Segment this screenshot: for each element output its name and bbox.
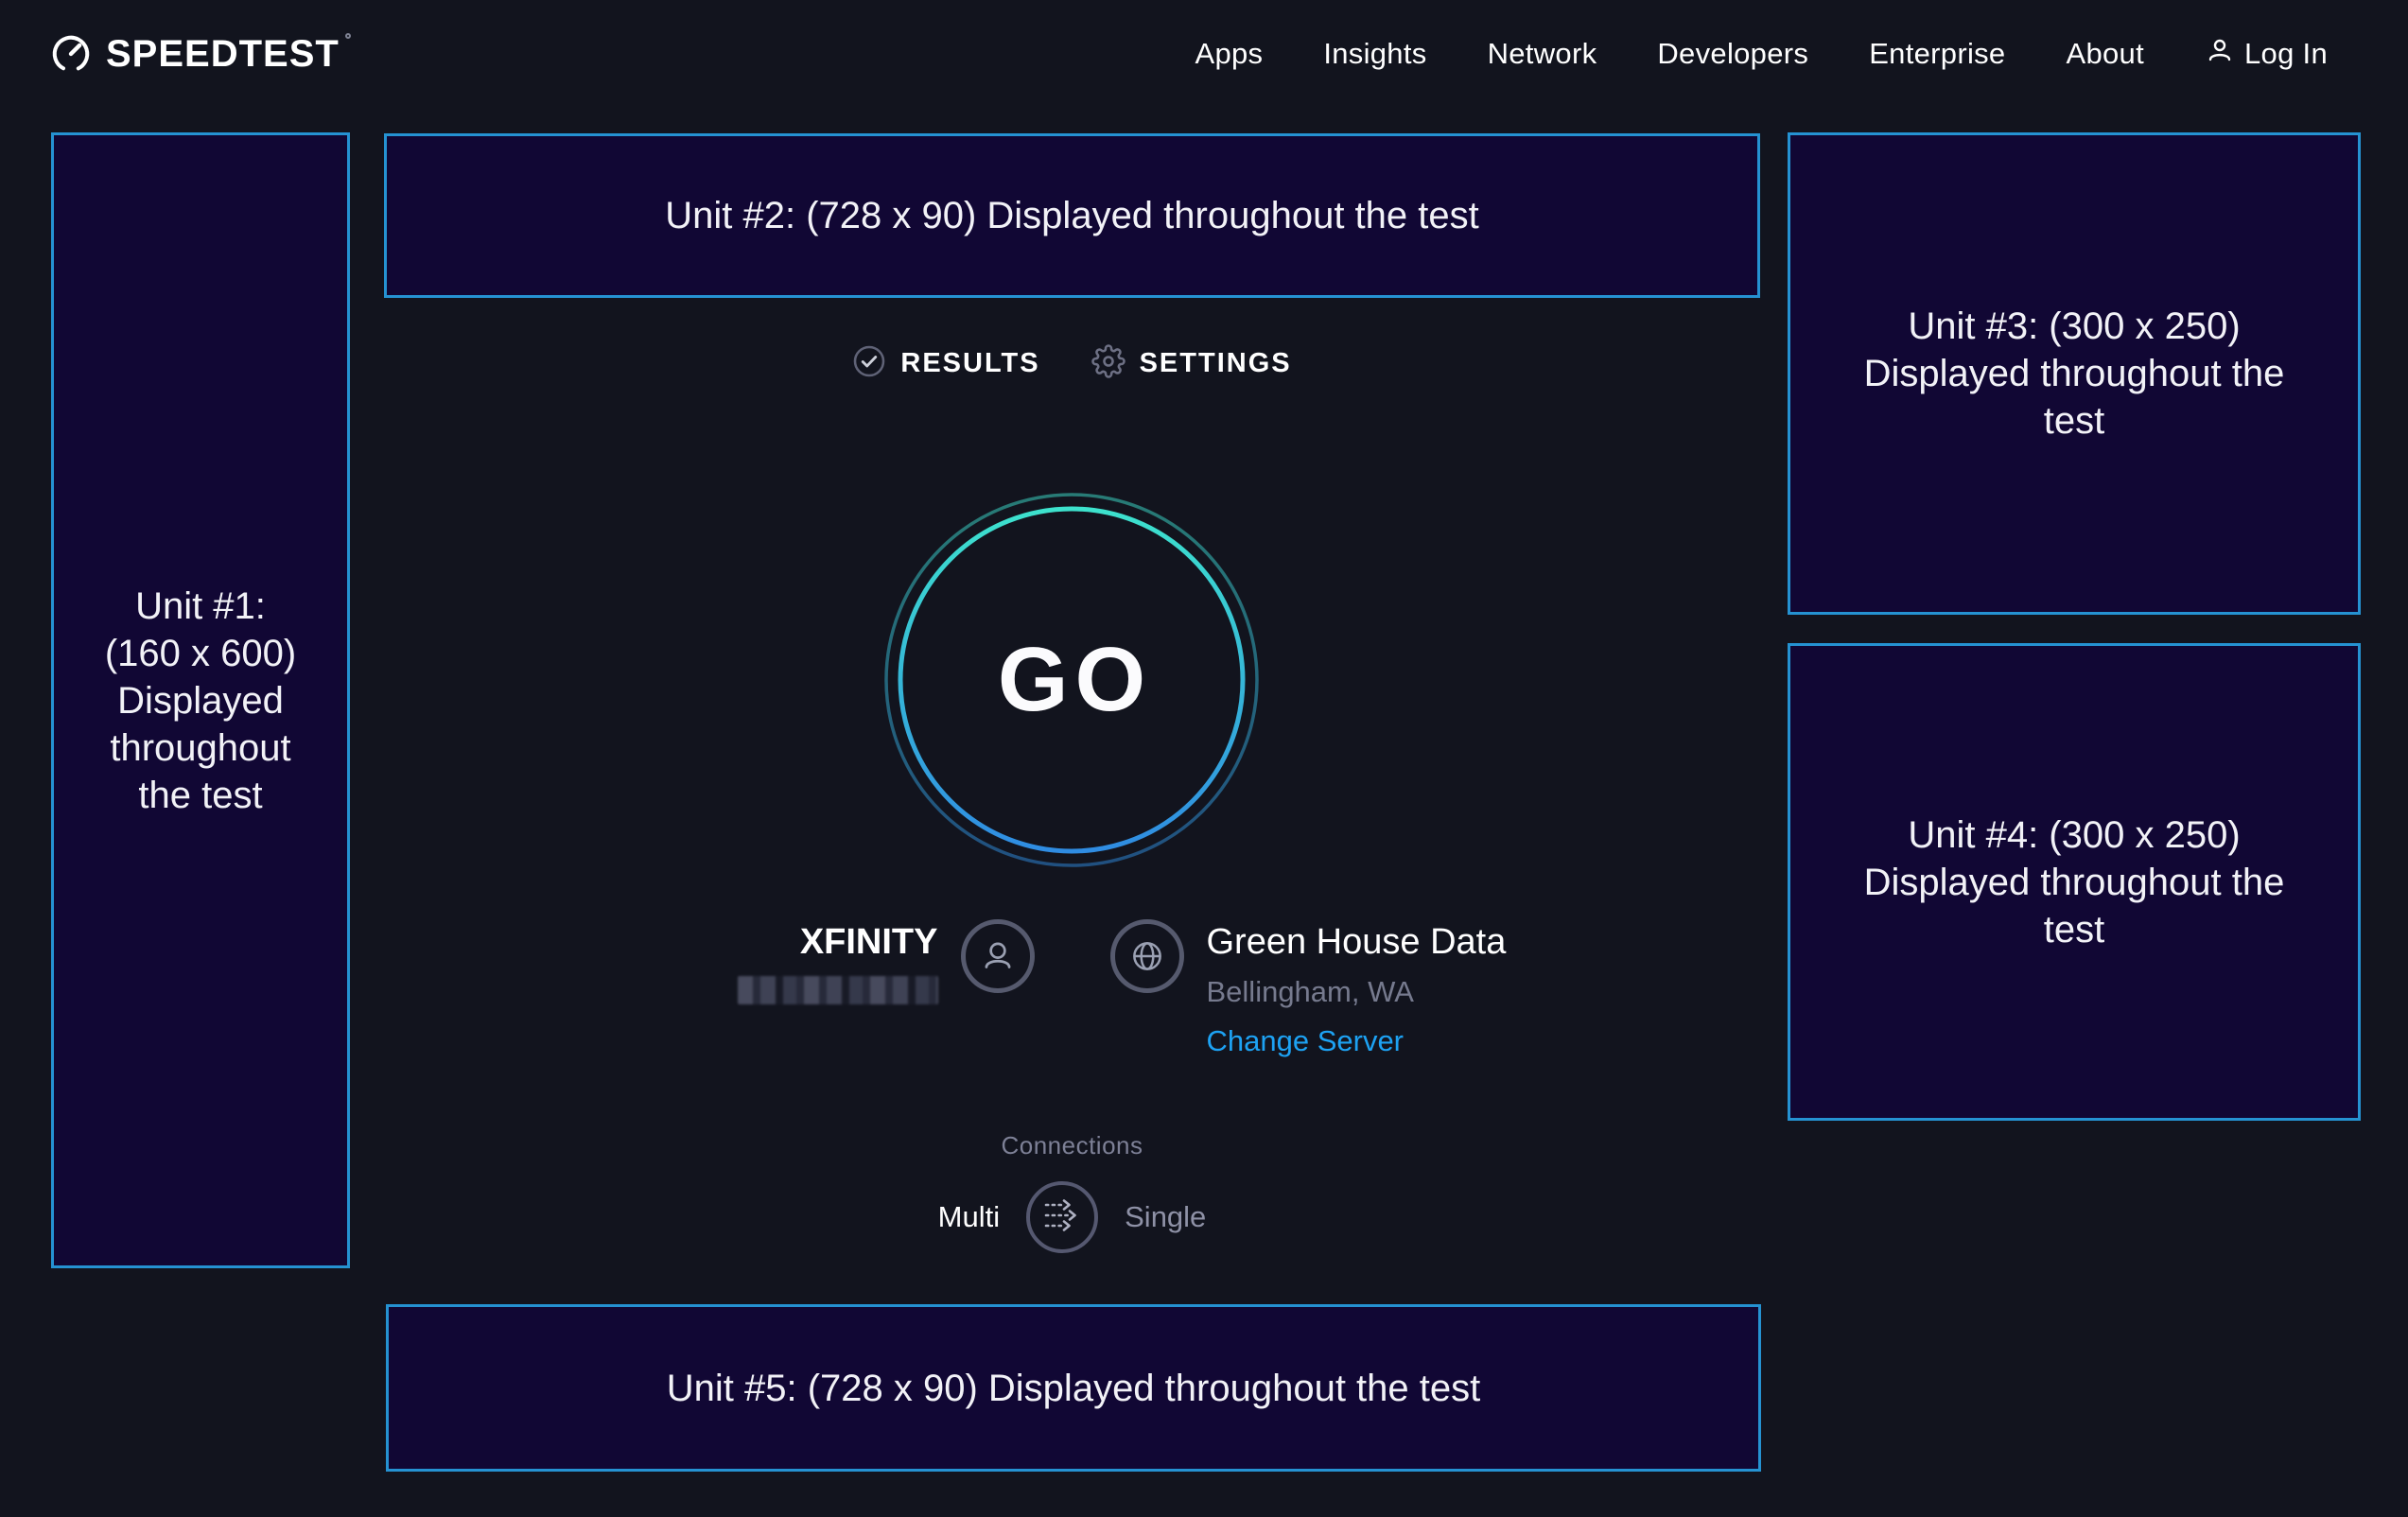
go-button-label: GO	[882, 491, 1261, 869]
ad-unit-2[interactable]: Unit #2: (728 x 90) Displayed throughout…	[384, 133, 1760, 298]
view-tabs: RESULTS SETTINGS	[384, 339, 1760, 388]
globe-icon	[1110, 919, 1184, 993]
ad-unit-2-label: Unit #2: (728 x 90) Displayed throughout…	[665, 192, 1479, 239]
user-icon	[2205, 35, 2235, 73]
server-block: Green House Data Bellingham, WA Change S…	[1073, 919, 1761, 1058]
ad-unit-5-label: Unit #5: (728 x 90) Displayed throughout…	[667, 1365, 1481, 1412]
nav-item-insights[interactable]: Insights	[1323, 37, 1426, 71]
logo-wordmark: SPEEDTEST	[106, 35, 340, 73]
isp-name: XFINITY	[738, 921, 938, 963]
connection-meta-row: XFINITY Green House Data Bellin	[384, 919, 1760, 1058]
nav-item-apps[interactable]: Apps	[1195, 37, 1263, 71]
connections-toggle[interactable]	[1026, 1181, 1098, 1253]
change-server-link[interactable]: Change Server	[1207, 1024, 1405, 1058]
gauge-icon	[49, 32, 93, 76]
tab-results[interactable]: RESULTS	[852, 344, 1039, 383]
gear-icon	[1091, 344, 1125, 383]
login-button[interactable]: Log In	[2205, 35, 2328, 73]
speedtest-page: SPEEDTEST Apps Insights Network Develope…	[0, 0, 2408, 1517]
ad-unit-3-label: Unit #3: (300 x 250) Displayed throughou…	[1859, 303, 2289, 445]
isp-user-icon	[961, 919, 1035, 993]
speedtest-logo[interactable]: SPEEDTEST	[49, 32, 340, 76]
nav-item-about[interactable]: About	[2066, 37, 2144, 71]
nav-item-developers[interactable]: Developers	[1657, 37, 1808, 71]
nav-item-enterprise[interactable]: Enterprise	[1869, 37, 2005, 71]
ad-unit-3[interactable]: Unit #3: (300 x 250) Displayed throughou…	[1788, 132, 2361, 615]
multi-arrows-icon	[1042, 1197, 1082, 1238]
connections-single-option[interactable]: Single	[1125, 1200, 1206, 1234]
check-circle-icon	[852, 344, 886, 383]
isp-ip-redacted	[738, 976, 938, 1004]
ad-unit-1[interactable]: Unit #1: (160 x 600) Displayed throughou…	[51, 132, 350, 1268]
isp-block: XFINITY	[384, 919, 1073, 1058]
server-location: Bellingham, WA	[1207, 975, 1507, 1009]
connections-section: Connections Multi Single	[384, 1131, 1760, 1253]
top-nav: SPEEDTEST Apps Insights Network Develope…	[0, 0, 2408, 107]
tab-settings-label: SETTINGS	[1140, 348, 1292, 379]
tab-settings[interactable]: SETTINGS	[1091, 344, 1292, 383]
ad-unit-1-label: Unit #1: (160 x 600) Displayed throughou…	[101, 583, 300, 819]
ad-unit-4[interactable]: Unit #4: (300 x 250) Displayed throughou…	[1788, 643, 2361, 1121]
trademark-mark	[345, 33, 351, 39]
go-button[interactable]: GO	[882, 491, 1261, 869]
connections-label: Connections	[1001, 1131, 1143, 1160]
nav-item-network[interactable]: Network	[1488, 37, 1597, 71]
ad-unit-5[interactable]: Unit #5: (728 x 90) Displayed throughout…	[386, 1304, 1761, 1472]
server-name: Green House Data	[1207, 921, 1507, 963]
connections-multi-option[interactable]: Multi	[938, 1200, 1000, 1234]
ad-unit-4-label: Unit #4: (300 x 250) Displayed throughou…	[1859, 811, 2289, 953]
tab-results-label: RESULTS	[900, 348, 1039, 379]
nav-links: Apps Insights Network Developers Enterpr…	[1195, 35, 2328, 73]
